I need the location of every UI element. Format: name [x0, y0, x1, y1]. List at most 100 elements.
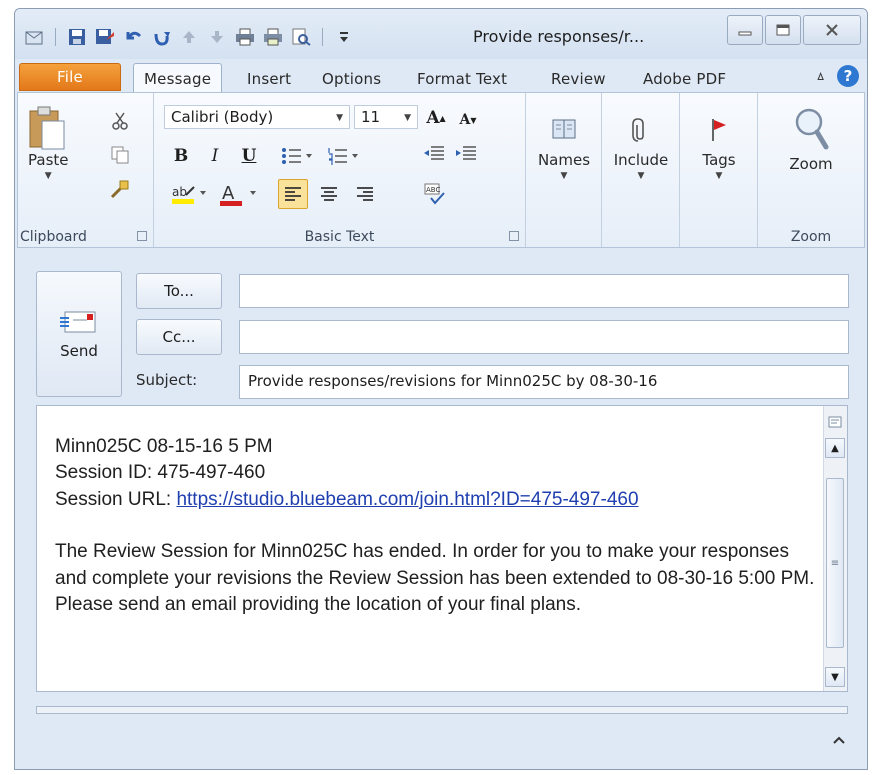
align-center-button[interactable] [314, 179, 344, 209]
ribbon-tabs: File Message Insert Options Format Text … [15, 61, 867, 93]
vertical-scrollbar[interactable]: ▲ ≡ ▼ [823, 406, 847, 691]
shrink-font-icon[interactable]: A ▼ [454, 107, 482, 133]
redo-icon[interactable] [148, 25, 174, 49]
align-right-icon [357, 187, 373, 201]
paste-button[interactable]: Paste ▼ [28, 105, 69, 181]
window-controls [727, 15, 861, 45]
save-icon[interactable] [64, 25, 90, 49]
customize-icon[interactable] [331, 25, 357, 49]
close-button[interactable] [803, 15, 861, 45]
basic-text-label: Basic Text [304, 229, 375, 245]
paperclip-icon [632, 118, 644, 142]
message-body[interactable]: Minn025C 08-15-16 5 PM Session ID: 475-4… [36, 405, 848, 692]
clipboard-label: Clipboard [20, 229, 87, 245]
decrease-indent-icon[interactable] [420, 141, 448, 167]
grow-font-icon[interactable]: A ▲ [422, 105, 450, 131]
up-arrow-icon[interactable] [176, 25, 202, 49]
collapse-ribbon-icon[interactable]: ㅿ [814, 67, 827, 87]
separator [322, 28, 323, 46]
ribbon: Paste ▼ Clipboard Calibri (Body) ▼ 11 ▼ … [17, 92, 865, 248]
names-group: Names ▼ [526, 93, 602, 247]
names-button[interactable]: Names ▼ [532, 117, 596, 181]
underline-button[interactable]: U [236, 143, 262, 169]
bullets-icon[interactable] [278, 143, 318, 169]
to-button[interactable]: To... [136, 273, 222, 309]
font-size-combo[interactable]: 11 ▼ [354, 105, 418, 129]
expand-people-pane-icon[interactable] [833, 733, 845, 747]
tab-options[interactable]: Options [312, 65, 391, 93]
tab-review[interactable]: Review [541, 65, 616, 93]
print-icon[interactable] [232, 25, 258, 49]
tags-button[interactable]: Tags ▼ [688, 117, 750, 181]
message-text[interactable]: Minn025C 08-15-16 5 PM Session ID: 475-4… [55, 434, 815, 618]
print-preview-icon[interactable] [260, 25, 286, 49]
copy-icon[interactable] [108, 143, 132, 167]
spelling-icon[interactable]: ABC [420, 179, 450, 209]
chevron-down-icon: ▼ [404, 113, 411, 123]
dialog-launcher-icon[interactable] [509, 231, 519, 241]
chevron-down-icon: ▼ [715, 171, 723, 181]
tab-insert[interactable]: Insert [237, 65, 301, 93]
minimize-button[interactable] [727, 15, 763, 45]
bold-button[interactable]: B [168, 143, 194, 169]
align-center-icon [321, 187, 337, 201]
tab-format-text[interactable]: Format Text [407, 65, 517, 93]
pane-splitter[interactable] [36, 706, 848, 714]
subject-label: Subject: [136, 371, 198, 389]
tab-message[interactable]: Message [133, 63, 223, 93]
scroll-thumb[interactable]: ≡ [826, 478, 844, 648]
body-line: Session URL: https://studio.bluebeam.com… [55, 488, 639, 510]
numbering-icon[interactable] [324, 143, 364, 169]
find-icon[interactable] [288, 25, 314, 49]
ruler-toggle-icon[interactable] [825, 412, 845, 432]
font-color-icon[interactable]: A [216, 181, 264, 207]
cc-field[interactable] [239, 320, 849, 354]
zoom-group: Zoom Zoom [758, 93, 864, 247]
scroll-down-arrow-icon[interactable]: ▼ [825, 667, 845, 687]
chevron-down-icon: ▼ [637, 171, 645, 181]
address-book-icon [552, 119, 576, 139]
help-icon[interactable]: ? [837, 65, 859, 87]
align-right-button[interactable] [350, 179, 380, 209]
svg-text:ABC: ABC [426, 186, 440, 194]
align-left-button[interactable] [278, 179, 308, 209]
save-as-icon[interactable] [92, 25, 118, 49]
outlook-icon[interactable] [21, 25, 47, 49]
chevron-down-icon: ▼ [44, 171, 52, 181]
close-icon [826, 24, 838, 36]
zoom-label: Zoom [790, 229, 832, 245]
font-name-combo[interactable]: Calibri (Body) ▼ [164, 105, 350, 129]
tab-file[interactable]: File [19, 63, 121, 91]
to-field[interactable] [239, 274, 849, 308]
down-arrow-icon[interactable] [204, 25, 230, 49]
magnifier-icon [795, 108, 829, 150]
maximize-icon [776, 24, 790, 36]
format-painter-icon[interactable] [108, 177, 132, 201]
chevron-down-icon: ▼ [560, 171, 568, 181]
italic-button[interactable]: I [202, 143, 228, 169]
cc-button[interactable]: Cc... [136, 319, 222, 355]
include-group: Include ▼ [602, 93, 680, 247]
flag-icon [712, 119, 726, 141]
zoom-button[interactable]: Zoom [776, 107, 846, 173]
session-url-link[interactable]: https://studio.bluebeam.com/join.html?ID… [176, 489, 638, 510]
maximize-button[interactable] [765, 15, 801, 45]
increase-indent-icon[interactable] [452, 141, 480, 167]
highlight-icon[interactable]: ab [168, 181, 212, 207]
tab-adobe-pdf[interactable]: Adobe PDF [633, 65, 736, 93]
send-button[interactable]: Send [36, 271, 122, 397]
undo-icon[interactable] [120, 25, 146, 49]
svg-text:ab: ab [172, 185, 187, 199]
dialog-launcher-icon[interactable] [137, 231, 147, 241]
scroll-up-arrow-icon[interactable]: ▲ [825, 438, 845, 458]
include-button[interactable]: Include ▼ [608, 117, 674, 181]
tags-group: Tags ▼ [680, 93, 758, 247]
quick-access-toolbar [21, 25, 357, 49]
subject-field[interactable]: Provide responses/revisions for Minn025C… [239, 365, 849, 399]
separator [55, 28, 56, 46]
send-icon [60, 311, 96, 333]
minimize-icon [738, 31, 752, 36]
cut-icon[interactable] [108, 109, 132, 133]
window-title: Provide responses/r... [473, 27, 645, 46]
